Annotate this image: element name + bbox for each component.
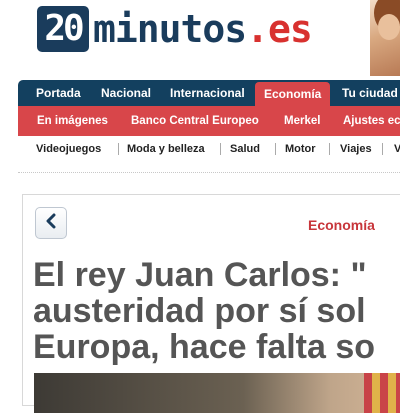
nav-item-economia[interactable]: Economía xyxy=(255,82,331,106)
topics-nav: Videojuegos Moda y belleza Salud Motor V… xyxy=(18,136,400,162)
subnav-item-bce[interactable]: Banco Central Europeo xyxy=(131,106,259,136)
back-button[interactable] xyxy=(35,207,67,239)
section-label[interactable]: Economía xyxy=(308,217,375,233)
article-headline[interactable]: El rey Juan Carlos: " austeridad por sí … xyxy=(33,257,400,365)
logo-number: 20 xyxy=(37,6,89,52)
topic-motor[interactable]: Motor xyxy=(285,136,316,162)
subnav-item-merkel[interactable]: Merkel xyxy=(284,106,320,136)
headline-line: Europa, hace falta so xyxy=(33,328,375,365)
main-nav: Portada Nacional Internacional Economía … xyxy=(18,80,400,106)
topic-viajes[interactable]: Viajes xyxy=(340,136,372,162)
topic-moda-belleza[interactable]: Moda y belleza xyxy=(127,136,205,162)
logo-word: minutos xyxy=(93,7,247,51)
subnav-item-en-imagenes[interactable]: En imágenes xyxy=(37,106,108,136)
headline-line: El rey Juan Carlos: " xyxy=(33,257,367,294)
nav-item-nacional[interactable]: Nacional xyxy=(101,80,151,106)
flag-graphic xyxy=(364,373,400,413)
nav-item-internacional[interactable]: Internacional xyxy=(170,80,245,106)
topic-separator xyxy=(220,143,221,155)
topic-separator xyxy=(329,143,330,155)
topic-salud[interactable]: Salud xyxy=(230,136,260,162)
topic-more[interactable]: V xyxy=(394,136,400,162)
site-logo[interactable]: 20 minutos.es xyxy=(37,6,313,52)
section-subnav: En imágenes Banco Central Europeo Merkel… xyxy=(18,106,400,136)
topic-separator xyxy=(275,143,276,155)
promo-image[interactable] xyxy=(370,0,400,76)
divider xyxy=(18,172,400,173)
nav-item-tu-ciudad[interactable]: Tu ciudad xyxy=(342,80,398,106)
chevron-left-icon xyxy=(45,213,57,234)
logo-tld: .es xyxy=(246,7,313,51)
logo-wordmark: minutos.es xyxy=(93,7,313,51)
topic-separator xyxy=(382,143,383,155)
headline-line: austeridad por sí sol xyxy=(33,292,366,330)
topic-separator xyxy=(118,143,119,155)
nav-item-portada[interactable]: Portada xyxy=(36,80,81,106)
article-photo[interactable] xyxy=(34,373,400,413)
article-card: Economía El rey Juan Carlos: " austerida… xyxy=(22,194,400,413)
topic-videojuegos[interactable]: Videojuegos xyxy=(36,136,101,162)
subnav-item-ajustes[interactable]: Ajustes ec xyxy=(343,106,400,136)
